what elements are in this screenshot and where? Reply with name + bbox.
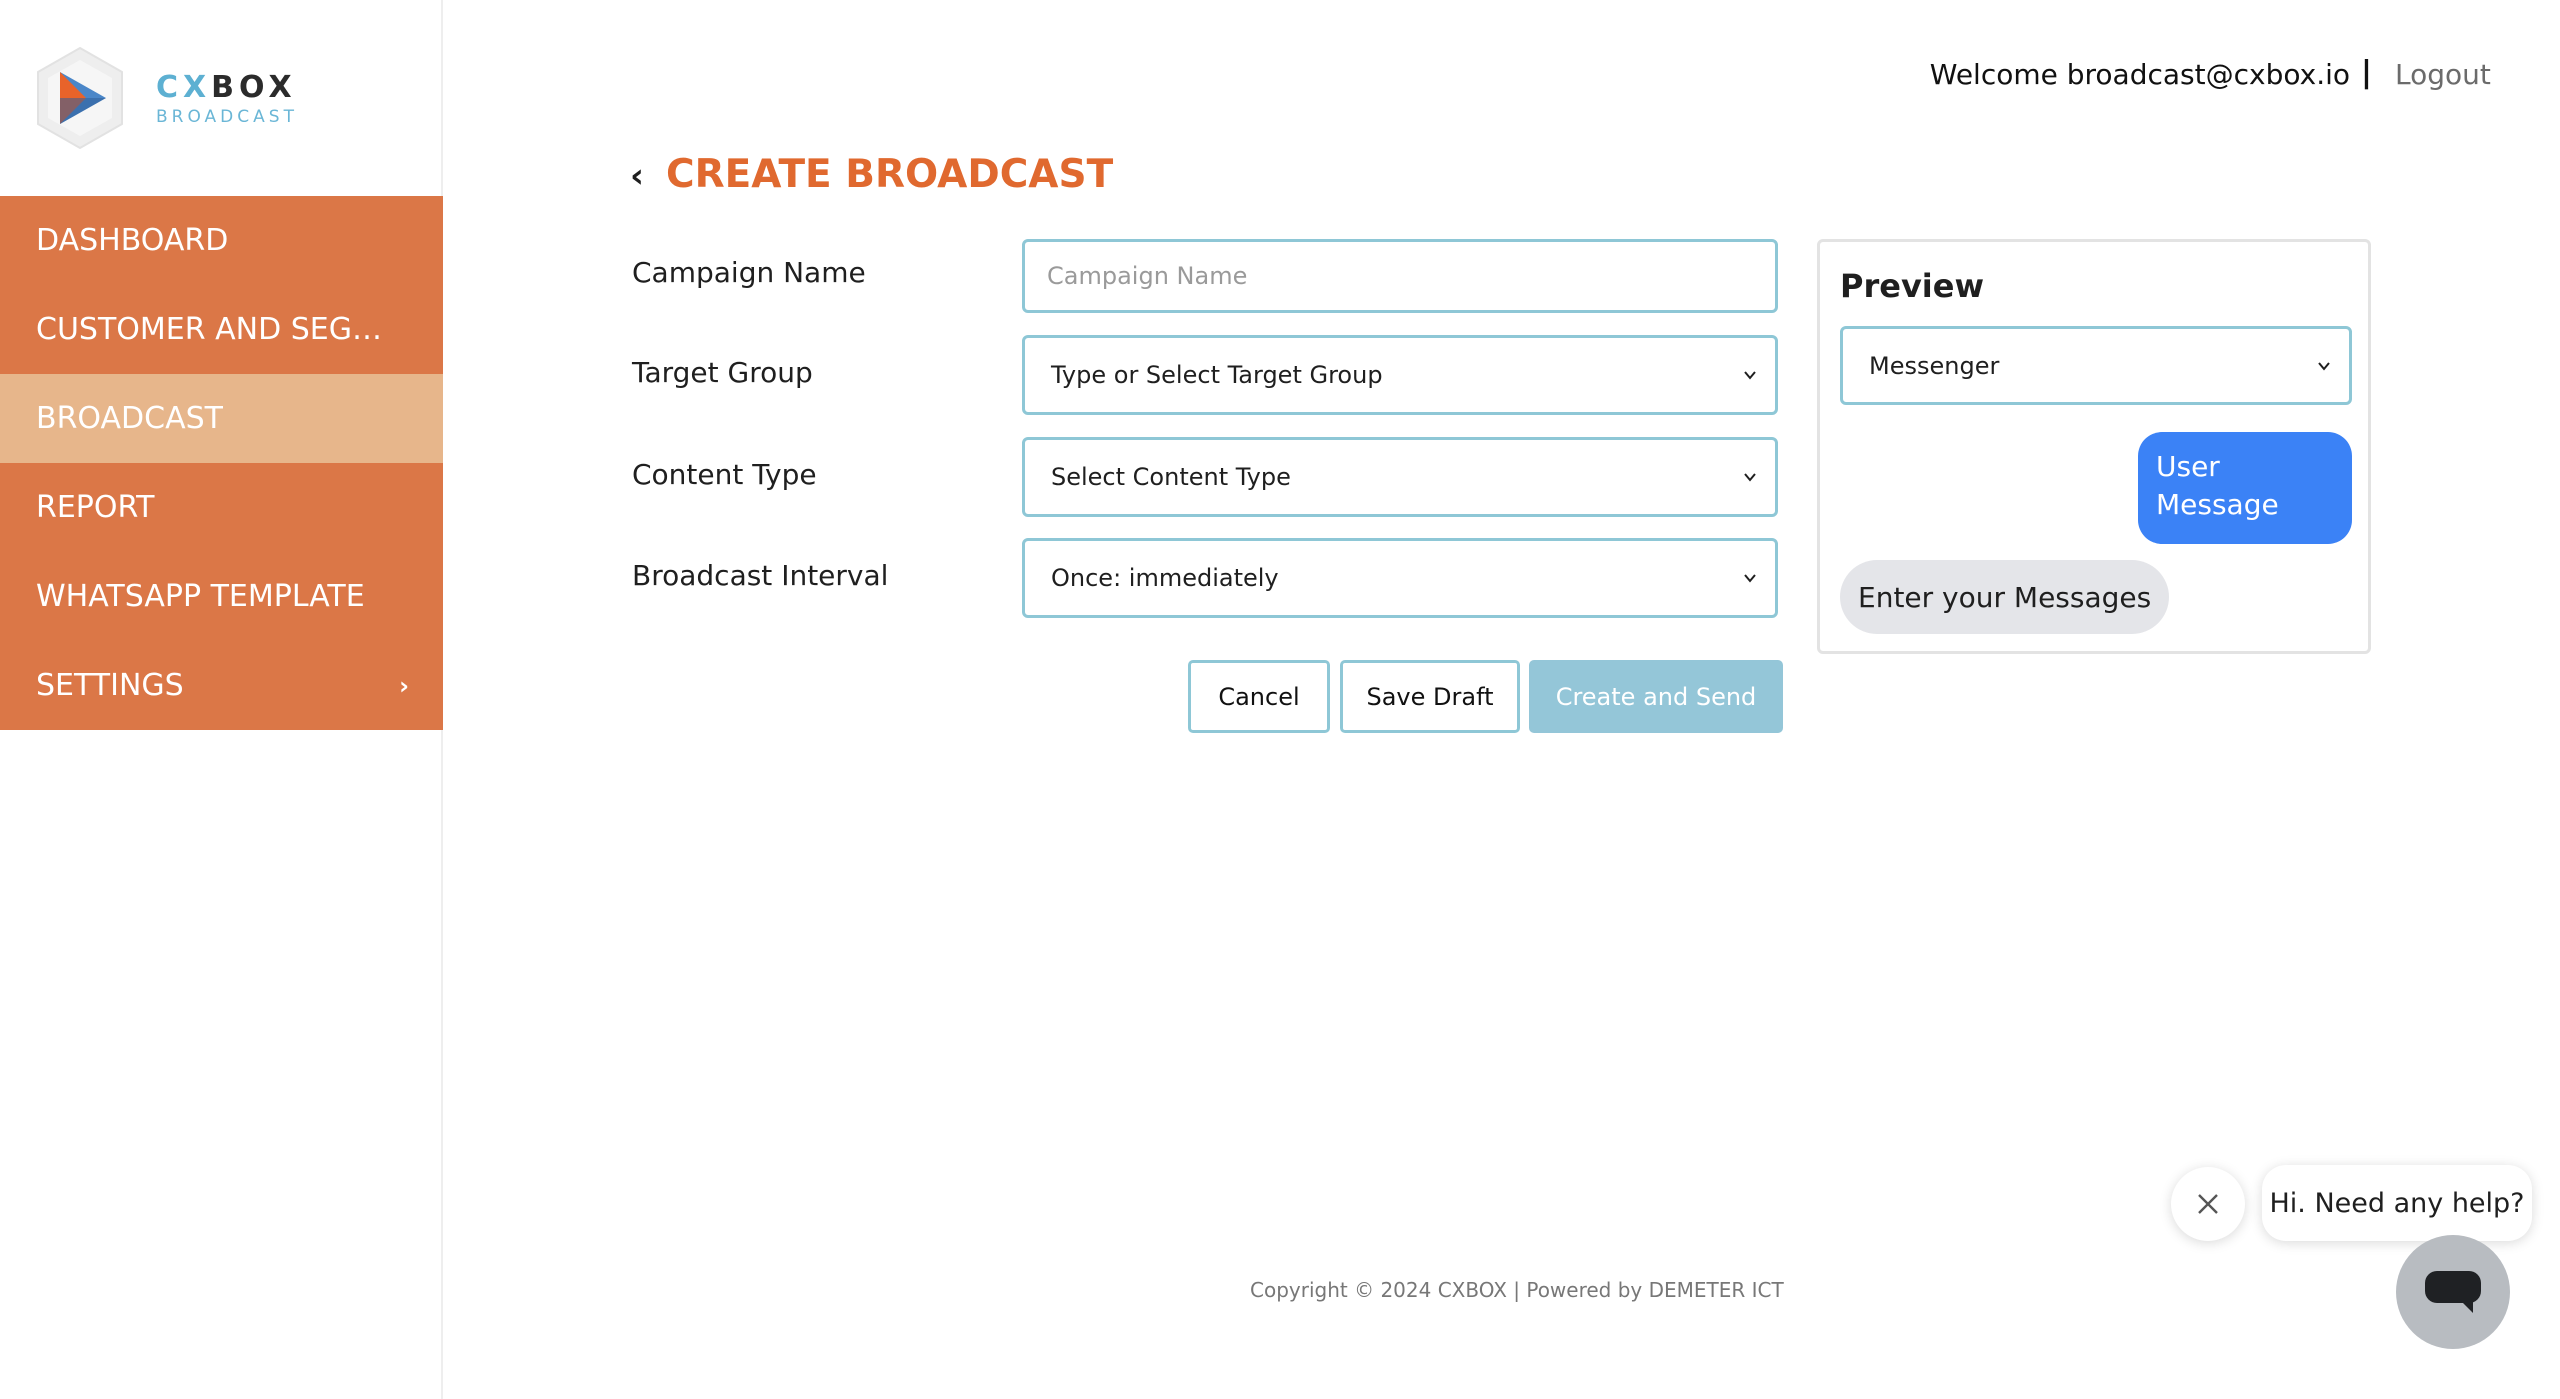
- preview-panel: Preview Messenger User Message Enter you…: [1817, 239, 2371, 654]
- logout-link[interactable]: Logout: [2395, 58, 2491, 91]
- sidebar-item-label: BROADCAST: [36, 401, 223, 436]
- sidebar-item-label: REPORT: [36, 490, 155, 525]
- logo-icon: [37, 46, 123, 150]
- sidebar-item-dashboard[interactable]: DASHBOARD: [0, 196, 443, 285]
- chevron-down-icon: [1744, 371, 1756, 380]
- preview-title: Preview: [1840, 267, 1985, 305]
- chevron-down-icon: [1744, 473, 1756, 482]
- sidebar-item-settings[interactable]: SETTINGS ›: [0, 641, 443, 730]
- target-group-select[interactable]: Type or Select Target Group: [1022, 335, 1778, 415]
- sidebar-nav: DASHBOARD CUSTOMER AND SEGMENT BROADCAST…: [0, 196, 443, 730]
- app-logo[interactable]: CXBOX BROADCAST: [34, 46, 298, 150]
- preview-channel-value: Messenger: [1869, 351, 2000, 380]
- sidebar-item-label: CUSTOMER AND SEGMENT: [36, 312, 406, 347]
- page-title: CREATE BROADCAST: [666, 152, 1114, 197]
- back-chevron-icon[interactable]: ‹: [630, 156, 644, 196]
- welcome-text: Welcome broadcast@cxbox.io: [1929, 58, 2350, 91]
- campaign-name-input[interactable]: Campaign Name: [1022, 239, 1778, 313]
- broadcast-interval-value: Once: immediately: [1051, 564, 1279, 592]
- user-message-bubble: User Message: [2138, 432, 2352, 544]
- chat-launcher-button[interactable]: [2396, 1235, 2510, 1349]
- logo-subtitle: BROADCAST: [156, 106, 298, 127]
- sidebar-item-label: DASHBOARD: [36, 223, 229, 258]
- chevron-right-icon: ›: [399, 671, 409, 700]
- target-group-label: Target Group: [632, 356, 813, 389]
- bot-message-bubble: Enter your Messages: [1840, 560, 2170, 634]
- sidebar: CXBOX BROADCAST DASHBOARD CUSTOMER AND S…: [0, 0, 443, 1399]
- help-greeting-bubble[interactable]: Hi. Need any help?: [2262, 1165, 2532, 1241]
- chevron-down-icon: [2318, 361, 2330, 371]
- sidebar-item-broadcast[interactable]: BROADCAST: [0, 374, 443, 463]
- campaign-name-label: Campaign Name: [632, 256, 866, 289]
- cancel-button[interactable]: Cancel: [1188, 660, 1330, 733]
- sidebar-item-whatsapp-template[interactable]: WHATSAPP TEMPLATE: [0, 552, 443, 641]
- header-separator: |: [2361, 55, 2372, 90]
- help-close-button[interactable]: [2171, 1167, 2245, 1241]
- content-type-select[interactable]: Select Content Type: [1022, 437, 1778, 517]
- chat-icon: [2425, 1271, 2481, 1313]
- sidebar-item-label: WHATSAPP TEMPLATE: [36, 579, 365, 614]
- close-icon: [2198, 1194, 2218, 1214]
- preview-channel-select[interactable]: Messenger: [1840, 326, 2352, 405]
- create-and-send-button[interactable]: Create and Send: [1529, 660, 1783, 733]
- sidebar-item-report[interactable]: REPORT: [0, 463, 443, 552]
- sidebar-item-customer-and-segment[interactable]: CUSTOMER AND SEGMENT: [0, 285, 443, 374]
- broadcast-interval-label: Broadcast Interval: [632, 559, 889, 592]
- footer-copyright: Copyright © 2024 CXBOX | Powered by DEME…: [1250, 1278, 1784, 1302]
- campaign-name-placeholder: Campaign Name: [1047, 262, 1248, 290]
- content-type-label: Content Type: [632, 458, 817, 491]
- save-draft-button[interactable]: Save Draft: [1340, 660, 1520, 733]
- broadcast-interval-select[interactable]: Once: immediately: [1022, 538, 1778, 618]
- sidebar-item-label: SETTINGS: [36, 668, 184, 703]
- target-group-value: Type or Select Target Group: [1051, 361, 1383, 389]
- chevron-down-icon: [1744, 574, 1756, 583]
- logo-title: CXBOX: [156, 69, 297, 105]
- content-type-value: Select Content Type: [1051, 463, 1291, 491]
